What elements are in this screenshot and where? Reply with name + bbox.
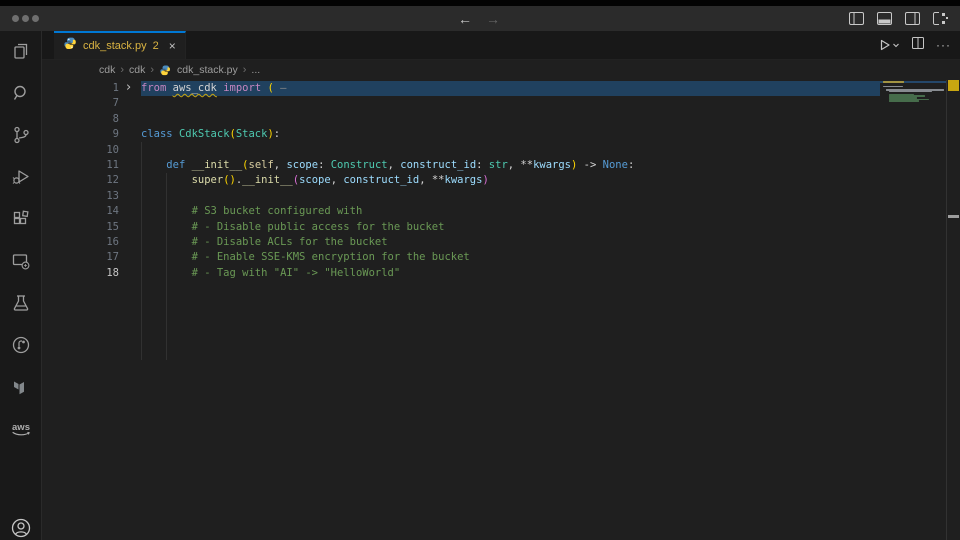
traffic-dot[interactable]: [22, 15, 29, 22]
code-line[interactable]: 8: [42, 112, 960, 127]
overview-ruler[interactable]: [946, 80, 960, 540]
minimap[interactable]: [880, 80, 947, 540]
code-line[interactable]: 14 # S3 bucket configured with: [42, 204, 960, 219]
customize-layout-icon[interactable]: [933, 12, 948, 25]
terraform-icon[interactable]: [9, 375, 32, 398]
source-control-icon[interactable]: [9, 123, 32, 146]
code-line[interactable]: 13: [42, 189, 960, 204]
code-text: super().__init__(scope, construct_id, **…: [141, 173, 489, 188]
line-number[interactable]: 18: [42, 266, 119, 281]
line-number[interactable]: 8: [42, 112, 119, 127]
code-text: from aws_cdk import ( –: [141, 81, 286, 96]
tab-label: cdk_stack.py: [83, 40, 147, 52]
code-text: # - Enable SSE-KMS encryption for the bu…: [141, 250, 470, 265]
svg-text:aws: aws: [12, 422, 30, 433]
code-line[interactable]: 16 # - Disable ACLs for the bucket: [42, 235, 960, 250]
code-text: # - Disable ACLs for the bucket: [141, 235, 388, 250]
breadcrumb-item[interactable]: ...: [251, 64, 260, 76]
line-number[interactable]: 13: [42, 189, 119, 204]
minimap-line: [883, 86, 903, 88]
line-number[interactable]: 16: [42, 235, 119, 250]
layout-controls: [849, 6, 948, 31]
run-dropdown-chevron-icon: [892, 41, 900, 49]
split-editor-icon[interactable]: [912, 36, 924, 54]
back-arrow-icon[interactable]: ←: [458, 11, 472, 27]
code-line[interactable]: 7: [42, 96, 960, 111]
code-text: # - Disable public access for the bucket: [141, 220, 444, 235]
code-editor[interactable]: 1 › from aws_cdk import ( – 789 class CdkSta…: [42, 80, 960, 540]
line-number[interactable]: 1: [42, 81, 119, 96]
editor-group: cdk_stack.py 2 × ··· cdk ›: [42, 31, 960, 540]
testing-flask-icon[interactable]: [9, 291, 32, 314]
account-icon[interactable]: [9, 516, 32, 539]
line-number[interactable]: 14: [42, 204, 119, 219]
code-text: def __init__(self, scope: Construct, con…: [141, 158, 634, 173]
traffic-dot[interactable]: [32, 15, 39, 22]
minimap-line: [889, 91, 931, 93]
line-number[interactable]: 7: [42, 96, 119, 111]
traffic-lights[interactable]: [12, 15, 39, 22]
git-graph-icon[interactable]: [9, 333, 32, 356]
toggle-sidebar-left-icon[interactable]: [849, 12, 864, 25]
breadcrumb-separator: ›: [120, 64, 124, 76]
toggle-panel-bottom-icon[interactable]: [877, 12, 892, 25]
explorer-icon[interactable]: [9, 39, 32, 62]
breadcrumb: cdk › cdk › cdk_stack.py › ...: [42, 60, 960, 80]
breadcrumb-item[interactable]: cdk: [129, 64, 145, 76]
line-number[interactable]: 9: [42, 127, 119, 142]
breadcrumb-separator: ›: [150, 64, 154, 76]
vscode-window: ← →: [0, 0, 960, 540]
line-number[interactable]: 12: [42, 173, 119, 188]
code-line[interactable]: 11 def __init__(self, scope: Construct, …: [42, 158, 960, 173]
code-line[interactable]: 9 class CdkStack(Stack):: [42, 127, 960, 142]
minimap-line: [883, 81, 904, 83]
more-actions-icon[interactable]: ···: [936, 38, 951, 52]
history-nav: ← →: [458, 6, 500, 31]
ruler-marker-warning: [948, 80, 959, 91]
line-number[interactable]: 15: [42, 220, 119, 235]
code-text: class CdkStack(Stack):: [141, 127, 280, 142]
code-line[interactable]: 12 super().__init__(scope, construct_id,…: [42, 173, 960, 188]
breadcrumb-item[interactable]: cdk_stack.py: [177, 64, 238, 76]
python-file-icon: [160, 65, 171, 76]
run-and-debug-icon[interactable]: [9, 165, 32, 188]
tab-close-icon[interactable]: ×: [169, 39, 176, 53]
forward-arrow-icon[interactable]: →: [486, 11, 500, 27]
code-line[interactable]: 17 # - Enable SSE-KMS encryption for the…: [42, 250, 960, 265]
aws-icon[interactable]: aws: [9, 417, 32, 440]
editor-toolbar: ···: [879, 31, 951, 59]
run-button[interactable]: [879, 39, 900, 51]
code-line[interactable]: 10: [42, 143, 960, 158]
ruler-marker-cursor-line: [948, 215, 959, 218]
tab-bar: cdk_stack.py 2 × ···: [42, 31, 960, 60]
code-lines: 1 › from aws_cdk import ( – 789 class CdkSta…: [42, 81, 960, 281]
titlebar: ← →: [0, 6, 960, 31]
remote-explorer-icon[interactable]: [9, 249, 32, 272]
breadcrumb-separator: ›: [243, 64, 247, 76]
activity-bar: aws: [0, 31, 42, 540]
code-line[interactable]: 1 › from aws_cdk import ( –: [42, 81, 960, 96]
tab-cdk-stack[interactable]: cdk_stack.py 2 ×: [54, 31, 186, 59]
line-number[interactable]: 10: [42, 143, 119, 158]
code-line[interactable]: 15 # - Disable public access for the buc…: [42, 220, 960, 235]
code-line[interactable]: 18 # - Tag with "AI" -> "HelloWorld": [42, 266, 960, 281]
traffic-dot[interactable]: [12, 15, 19, 22]
line-number[interactable]: 11: [42, 158, 119, 173]
toggle-sidebar-right-icon[interactable]: [905, 12, 920, 25]
minimap-line: [889, 100, 919, 102]
tab-problems-badge: 2: [153, 40, 159, 52]
line-number[interactable]: 17: [42, 250, 119, 265]
python-file-icon: [64, 37, 77, 55]
extensions-icon[interactable]: [9, 207, 32, 230]
fold-chevron-icon[interactable]: ›: [126, 80, 131, 95]
code-text: # S3 bucket configured with: [141, 204, 362, 219]
search-icon[interactable]: [9, 81, 32, 104]
code-text: # - Tag with "AI" -> "HelloWorld": [141, 266, 400, 281]
breadcrumb-item[interactable]: cdk: [99, 64, 115, 76]
